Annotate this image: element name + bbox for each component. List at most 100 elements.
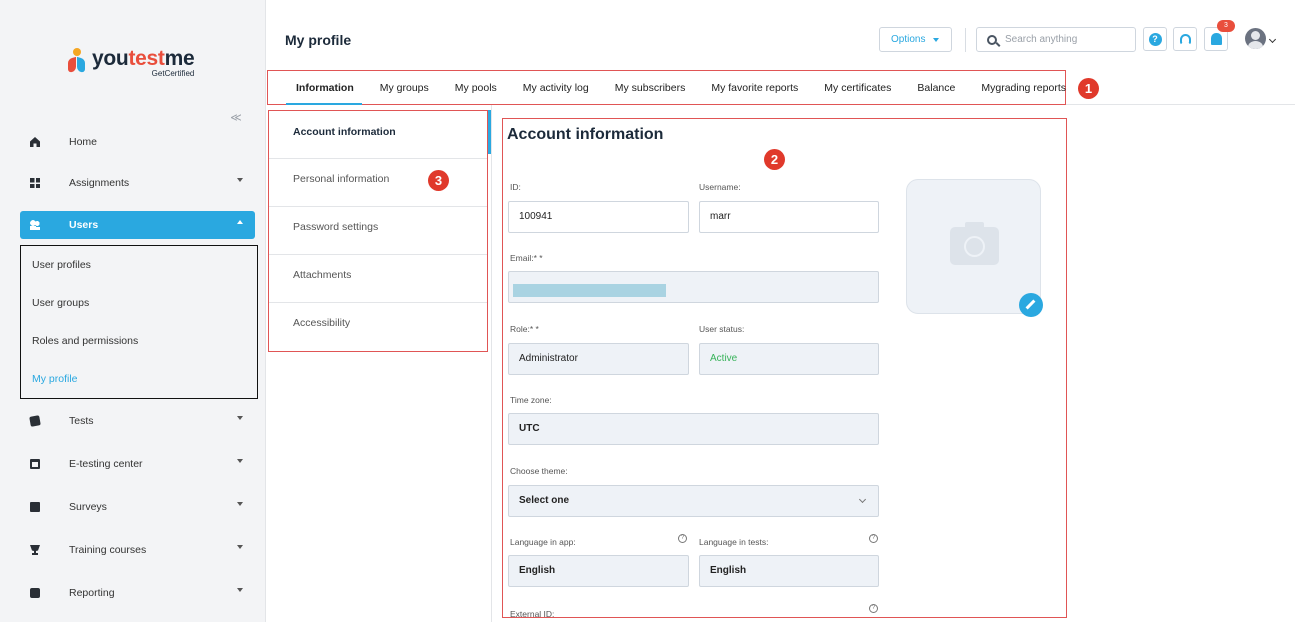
chevron-down-icon	[237, 588, 243, 592]
notification-badge: 3	[1217, 20, 1235, 32]
logo-mark-icon	[68, 48, 86, 74]
avatar[interactable]	[1245, 28, 1266, 49]
info-icon[interactable]: ?	[678, 534, 687, 543]
logo-prefix: you	[92, 47, 129, 70]
theme-label: Choose theme:	[510, 466, 568, 476]
active-tab-indicator	[286, 103, 362, 105]
sidebar-item-label: Users	[69, 219, 99, 231]
callout-badge-1: 1	[1078, 78, 1099, 99]
calendar-icon	[30, 459, 40, 469]
assignments-icon	[30, 178, 40, 188]
sidebar-item-tests[interactable]: Tests	[20, 407, 255, 435]
callout-badge-3: 3	[428, 170, 449, 191]
submenu-item-roles-permissions[interactable]: Roles and permissions	[21, 322, 257, 360]
sidebar-item-reporting[interactable]: Reporting	[20, 579, 255, 607]
help-icon: ?	[1148, 32, 1162, 46]
chevron-down-icon	[237, 459, 243, 463]
panel-title: Account information	[507, 126, 664, 143]
chevron-down-icon	[237, 416, 243, 420]
submenu-item-user-profiles[interactable]: User profiles	[21, 246, 257, 284]
info-subnav: Account information Personal information…	[268, 110, 488, 352]
user-status-label: User status:	[699, 324, 745, 334]
time-zone-field[interactable]: UTC	[508, 413, 879, 445]
info-icon[interactable]: ?	[869, 604, 878, 613]
camera-icon	[950, 222, 999, 265]
sidebar-item-label: Surveys	[69, 501, 107, 513]
tab-my-groups[interactable]: My groups	[380, 82, 429, 94]
sidebar-item-users[interactable]: Users	[20, 211, 255, 239]
app-logo[interactable]: youtestme GetCertified	[68, 47, 195, 78]
home-icon	[30, 137, 40, 147]
header-divider	[965, 28, 966, 52]
help-button[interactable]: ?	[1143, 27, 1167, 51]
language-tests-label: Language in tests:	[699, 537, 769, 547]
role-label: Role:* *	[510, 324, 539, 334]
caret-down-icon	[933, 37, 940, 42]
surveys-icon	[30, 502, 40, 512]
sidebar-item-label: Home	[69, 136, 98, 148]
language-tests-field[interactable]: English	[699, 555, 879, 587]
tab-my-pools[interactable]: My pools	[455, 82, 497, 94]
user-status-field: Active	[699, 343, 879, 375]
email-label: Email:* *	[510, 253, 543, 263]
logo-tagline: GetCertified	[151, 69, 195, 78]
time-zone-label: Time zone:	[510, 395, 552, 405]
tab-balance[interactable]: Balance	[917, 82, 955, 94]
subnav-item-account-information[interactable]: Account information	[269, 111, 487, 159]
support-button[interactable]	[1173, 27, 1197, 51]
sidebar-item-training-courses[interactable]: Training courses	[20, 536, 255, 564]
submenu-item-my-profile[interactable]: My profile	[21, 360, 257, 398]
top-header: My profile Options Search anything ? 3	[267, 0, 1295, 68]
email-redaction	[513, 284, 666, 297]
tests-icon	[29, 415, 41, 427]
id-label: ID:	[510, 182, 521, 192]
tab-my-certificates[interactable]: My certificates	[824, 82, 891, 94]
trophy-icon	[30, 545, 40, 555]
tab-my-activity-log[interactable]: My activity log	[523, 82, 589, 94]
external-id-label: External ID:	[510, 609, 555, 619]
bell-icon	[1210, 33, 1222, 45]
edit-photo-button[interactable]	[1019, 293, 1043, 317]
options-button[interactable]: Options	[879, 27, 952, 52]
chevron-down-icon[interactable]	[1268, 35, 1277, 44]
callout-badge-2: 2	[764, 149, 785, 170]
reporting-icon	[30, 588, 40, 598]
language-app-field[interactable]: English	[508, 555, 689, 587]
info-icon[interactable]: ?	[869, 534, 878, 543]
sidebar-item-assignments[interactable]: Assignments	[20, 169, 255, 197]
tab-information[interactable]: Information	[296, 82, 354, 94]
tab-mygrading-reports[interactable]: Mygrading reports	[981, 82, 1066, 94]
chevron-down-icon	[237, 178, 243, 182]
profile-tabs: Information My groups My pools My activi…	[267, 70, 1066, 105]
chevron-up-icon	[237, 220, 243, 224]
subnav-item-personal-information[interactable]: Personal information	[269, 159, 487, 207]
chevron-down-icon	[237, 502, 243, 506]
sidebar-item-home[interactable]: Home	[20, 128, 255, 156]
subnav-item-password-settings[interactable]: Password settings	[269, 207, 487, 255]
submenu-item-user-groups[interactable]: User groups	[21, 284, 257, 322]
logo-suffix: me	[164, 47, 195, 70]
sidebar-collapse-button[interactable]: ≪	[229, 112, 243, 126]
sidebar-item-label: Assignments	[69, 177, 130, 189]
subnav-item-accessibility[interactable]: Accessibility	[269, 303, 487, 351]
tab-my-subscribers[interactable]: My subscribers	[615, 82, 686, 94]
page-title: My profile	[285, 32, 352, 48]
username-field[interactable]: marr	[699, 201, 879, 233]
sidebar-item-label: Reporting	[69, 587, 115, 599]
subnav-item-attachments[interactable]: Attachments	[269, 255, 487, 303]
username-label: Username:	[699, 182, 741, 192]
search-input[interactable]: Search anything	[976, 27, 1136, 52]
sidebar-item-label: Tests	[69, 415, 94, 427]
tab-my-favorite-reports[interactable]: My favorite reports	[711, 82, 798, 94]
sidebar-item-surveys[interactable]: Surveys	[20, 493, 255, 521]
sidebar-item-e-testing-center[interactable]: E-testing center	[20, 450, 255, 478]
subnav-active-indicator	[488, 110, 491, 154]
theme-select[interactable]: Select one	[508, 485, 879, 517]
logo-accent: test	[128, 47, 165, 70]
id-field[interactable]: 100941	[508, 201, 689, 233]
users-submenu: User profiles User groups Roles and perm…	[20, 245, 258, 399]
sidebar-item-label: Training courses	[69, 544, 147, 556]
chevron-down-icon	[237, 545, 243, 549]
search-icon	[987, 34, 997, 45]
role-field[interactable]: Administrator	[508, 343, 689, 375]
